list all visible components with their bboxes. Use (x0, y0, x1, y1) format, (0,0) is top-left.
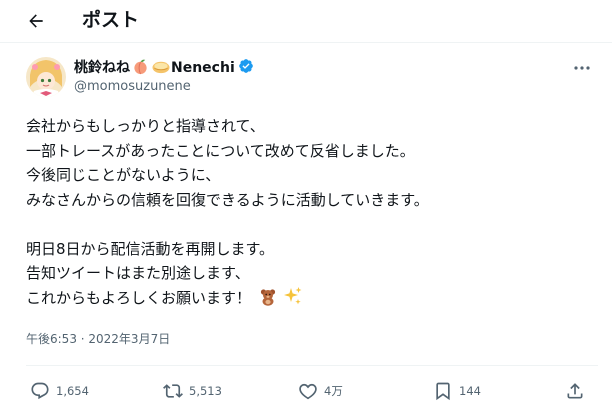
page-title: ポスト (82, 9, 140, 31)
bookmark-count: 144 (459, 384, 481, 398)
like-button[interactable]: 4万 (298, 377, 343, 405)
reply-icon (31, 382, 49, 400)
like-count: 4万 (324, 384, 343, 398)
reply-count: 1,654 (56, 384, 89, 398)
tweet-line: 会社からもしっかりと指導されて、 (26, 117, 265, 135)
share-button[interactable] (565, 377, 585, 405)
more-options-button[interactable] (565, 58, 599, 78)
display-name[interactable]: 桃鈴ねね (74, 58, 130, 78)
retweet-count: 5,513 (189, 384, 222, 398)
tweet-last-line: これからもよろしくお願います！ (26, 286, 596, 311)
more-horizontal-icon (574, 66, 590, 70)
heart-icon (299, 383, 317, 400)
peach-icon (132, 58, 149, 79)
tweet-line: 告知ツイートはまた別途します、 (26, 264, 250, 282)
tweet-timestamp[interactable]: 午後6:53 · 2022年3月7日 (26, 331, 170, 347)
sparkles-icon (283, 286, 303, 314)
verified-badge-icon (238, 58, 254, 78)
display-name-suffix[interactable]: Nenechi (171, 58, 235, 78)
arrow-left-icon (29, 14, 43, 28)
retweet-button[interactable]: 5,513 (163, 377, 222, 405)
tweet-line-text: これからもよろしくお願います！ (26, 288, 252, 307)
user-handle[interactable]: @momosuzunene (74, 78, 191, 96)
retweet-icon (163, 384, 183, 398)
tweet-text: 会社からもしっかりと指導されて、 一部トレースがあったことについて改めて反省しま… (26, 114, 596, 310)
back-button[interactable] (20, 6, 52, 36)
user-name-row: 桃鈴ねね Nenechi (74, 58, 254, 78)
actions-divider (26, 365, 598, 366)
bookmark-button[interactable]: 144 (433, 377, 481, 405)
tweet-line: 今後同じことがないように、 (26, 166, 221, 184)
share-icon (567, 383, 583, 399)
tweet-line: 明日8日から配信活動を再開します。 (26, 239, 275, 258)
avatar[interactable] (26, 57, 66, 97)
cream-bun-icon (151, 58, 171, 79)
top-bar: ポスト (0, 0, 612, 42)
tweet-line: 一部トレースがあったことについて改めて反省しました。 (26, 141, 415, 160)
bookmark-icon (436, 382, 450, 401)
header-divider (0, 42, 612, 43)
tweet-line: みなさんからの信頼を回復できるように活動していきます。 (26, 190, 429, 209)
teddy-bear-icon (259, 288, 277, 314)
reply-button[interactable]: 1,654 (30, 377, 89, 405)
